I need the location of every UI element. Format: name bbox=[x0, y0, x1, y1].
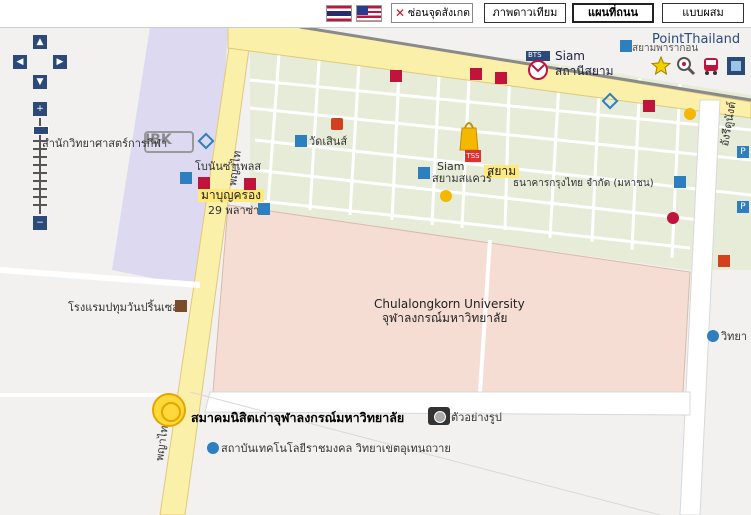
temple-icon[interactable] bbox=[331, 118, 343, 130]
hide-poi-button[interactable]: ✕ ซ่อนจุดสังเกต bbox=[391, 3, 473, 23]
pan-up-button[interactable]: ▲ bbox=[33, 35, 47, 49]
wat-label: วัดเสินส์ bbox=[309, 135, 348, 148]
close-icon: ✕ bbox=[395, 6, 406, 20]
shopping-cart-icon[interactable] bbox=[180, 172, 192, 184]
map-toolbar: ✕ ซ่อนจุดสังเกต ภาพดาวเทียม แผนที่ถนน แบ… bbox=[0, 0, 751, 28]
hospital-icon[interactable] bbox=[667, 212, 679, 224]
siam-station-label: สถานีสยาม bbox=[555, 64, 614, 78]
parking-icon[interactable]: P bbox=[737, 146, 749, 158]
selected-location-marker[interactable] bbox=[152, 393, 186, 427]
plaza29-label: 29 พลาซ่า bbox=[208, 204, 260, 217]
building-icon[interactable] bbox=[620, 40, 632, 52]
seven-eleven-icon[interactable] bbox=[470, 68, 482, 80]
example-photo-label[interactable]: ตัวอย่างรูป bbox=[451, 411, 502, 424]
tss-badge: TSS bbox=[465, 150, 481, 162]
building-icon[interactable] bbox=[418, 167, 430, 179]
brand-label: PointThailand bbox=[652, 32, 741, 47]
school-icon[interactable] bbox=[707, 330, 719, 342]
thai-flag-icon[interactable] bbox=[326, 5, 352, 22]
us-flag-icon[interactable] bbox=[356, 5, 382, 22]
school-icon[interactable] bbox=[207, 442, 219, 454]
seven-eleven-icon[interactable] bbox=[244, 178, 256, 190]
building-icon[interactable] bbox=[295, 135, 307, 147]
hide-poi-label: ซ่อนจุดสังเกต bbox=[408, 7, 470, 19]
chula-en-label: Chulalongkorn University bbox=[374, 297, 525, 311]
store-icon[interactable] bbox=[198, 177, 210, 189]
hotel-label: โรงแรมปทุมวันปริ้นเซส bbox=[68, 301, 179, 314]
hotel-icon[interactable] bbox=[175, 300, 187, 312]
bts-station-icon[interactable]: BTS bbox=[525, 50, 551, 80]
zoom-out-button[interactable]: − bbox=[33, 216, 47, 230]
building-icon[interactable] bbox=[674, 176, 686, 188]
roadmap-mode-button[interactable]: แผนที่ถนน bbox=[572, 3, 654, 23]
pan-left-button[interactable]: ◀ bbox=[13, 55, 27, 69]
favorite-icon[interactable] bbox=[651, 56, 671, 76]
tech-institute-label: สถาบันเทคโนโลยีราชมงคล วิทยาเขตอุเทนถวาย bbox=[221, 442, 451, 455]
bank-icon[interactable] bbox=[440, 190, 452, 202]
chula-th-label: จุฬาลงกรณ์มหาวิทยาลัย bbox=[382, 311, 508, 325]
building-icon[interactable] bbox=[258, 203, 270, 215]
seven-eleven-icon[interactable] bbox=[390, 70, 402, 82]
shopping-bag-icon[interactable] bbox=[458, 118, 480, 152]
map-base bbox=[0, 25, 751, 515]
zoom-in-button[interactable]: + bbox=[33, 102, 47, 116]
siam-square-label: สยามสแควร์ bbox=[432, 172, 492, 185]
pan-right-button[interactable]: ▶ bbox=[53, 55, 67, 69]
bts-text: BTS bbox=[528, 51, 542, 59]
alumni-label[interactable]: สมาคมนิสิตเก่าจุฬาลงกรณ์มหาวิทยาลัย bbox=[191, 411, 404, 424]
hybrid-mode-button[interactable]: แบบผสม bbox=[662, 3, 744, 23]
red-cross-icon[interactable] bbox=[718, 255, 730, 267]
science-right-label: วิทยา bbox=[721, 330, 748, 343]
monument-icon[interactable] bbox=[684, 108, 696, 120]
store-icon[interactable] bbox=[495, 72, 507, 84]
science-office-label: สำนักวิทยาศาสตร์การกีฬา bbox=[42, 137, 168, 150]
pan-down-button[interactable]: ▼ bbox=[33, 75, 47, 89]
search-icon[interactable] bbox=[676, 56, 696, 76]
fullscreen-icon[interactable] bbox=[726, 56, 746, 76]
satellite-mode-button[interactable]: ภาพดาวเทียม bbox=[484, 3, 566, 23]
mbk-label[interactable]: มาบุญครอง bbox=[198, 189, 265, 202]
map-canvas[interactable]: IBK Siam สถานีสยาม สยาม สยามพารากอน Siam… bbox=[0, 0, 751, 515]
seven-eleven-icon[interactable] bbox=[643, 100, 655, 112]
siam-bank-label: ธนาคารกรุงไทย จำกัด (มหาชน) bbox=[513, 178, 654, 189]
camera-icon[interactable] bbox=[428, 407, 450, 425]
transit-icon[interactable] bbox=[701, 56, 721, 76]
zoom-slider-handle[interactable] bbox=[33, 126, 49, 135]
parking-icon[interactable]: P bbox=[737, 201, 749, 213]
siam-en-label: Siam bbox=[555, 49, 585, 63]
